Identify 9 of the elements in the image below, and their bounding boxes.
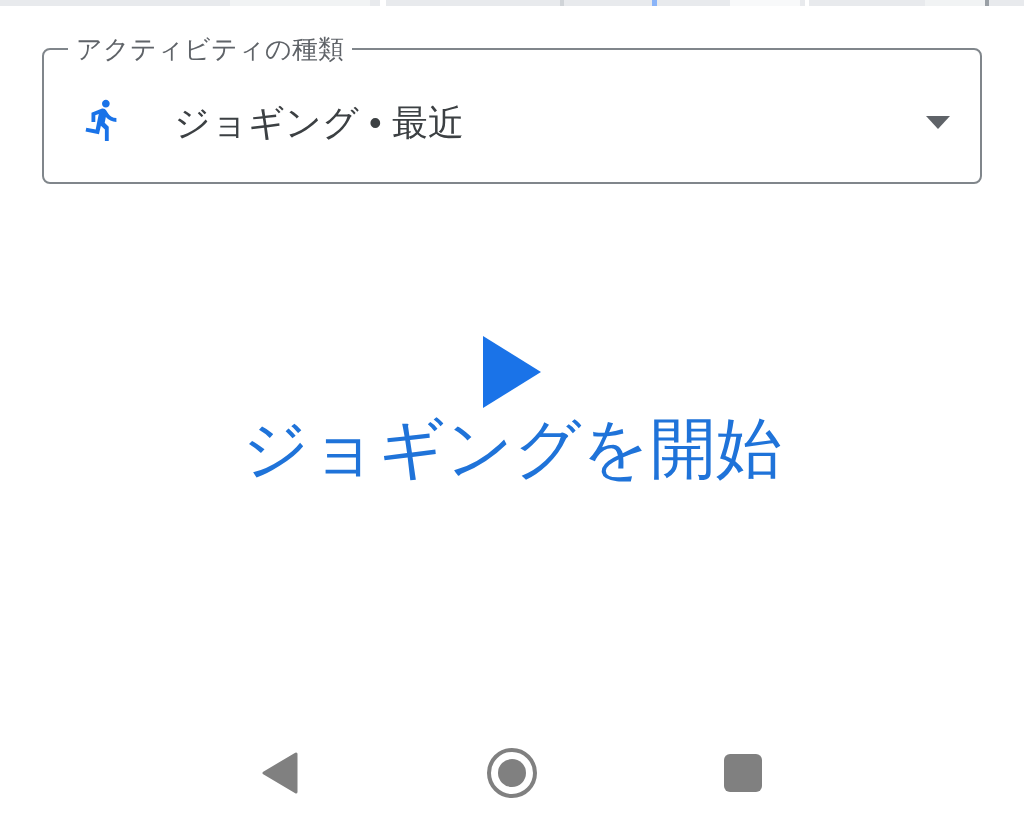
start-jogging-button[interactable]: ジョギングを開始: [242, 408, 782, 488]
home-icon[interactable]: [486, 747, 538, 799]
dropdown-arrow-icon[interactable]: [926, 116, 950, 130]
recents-icon[interactable]: [724, 754, 762, 792]
activity-type-dropdown[interactable]: アクティビティの種類 ジョギング • 最近: [42, 34, 982, 184]
back-icon[interactable]: [262, 752, 298, 794]
selected-value: ジョギング • 最近: [174, 100, 465, 145]
field-label: アクティビティの種類: [75, 34, 345, 64]
play-icon[interactable]: [483, 336, 541, 408]
